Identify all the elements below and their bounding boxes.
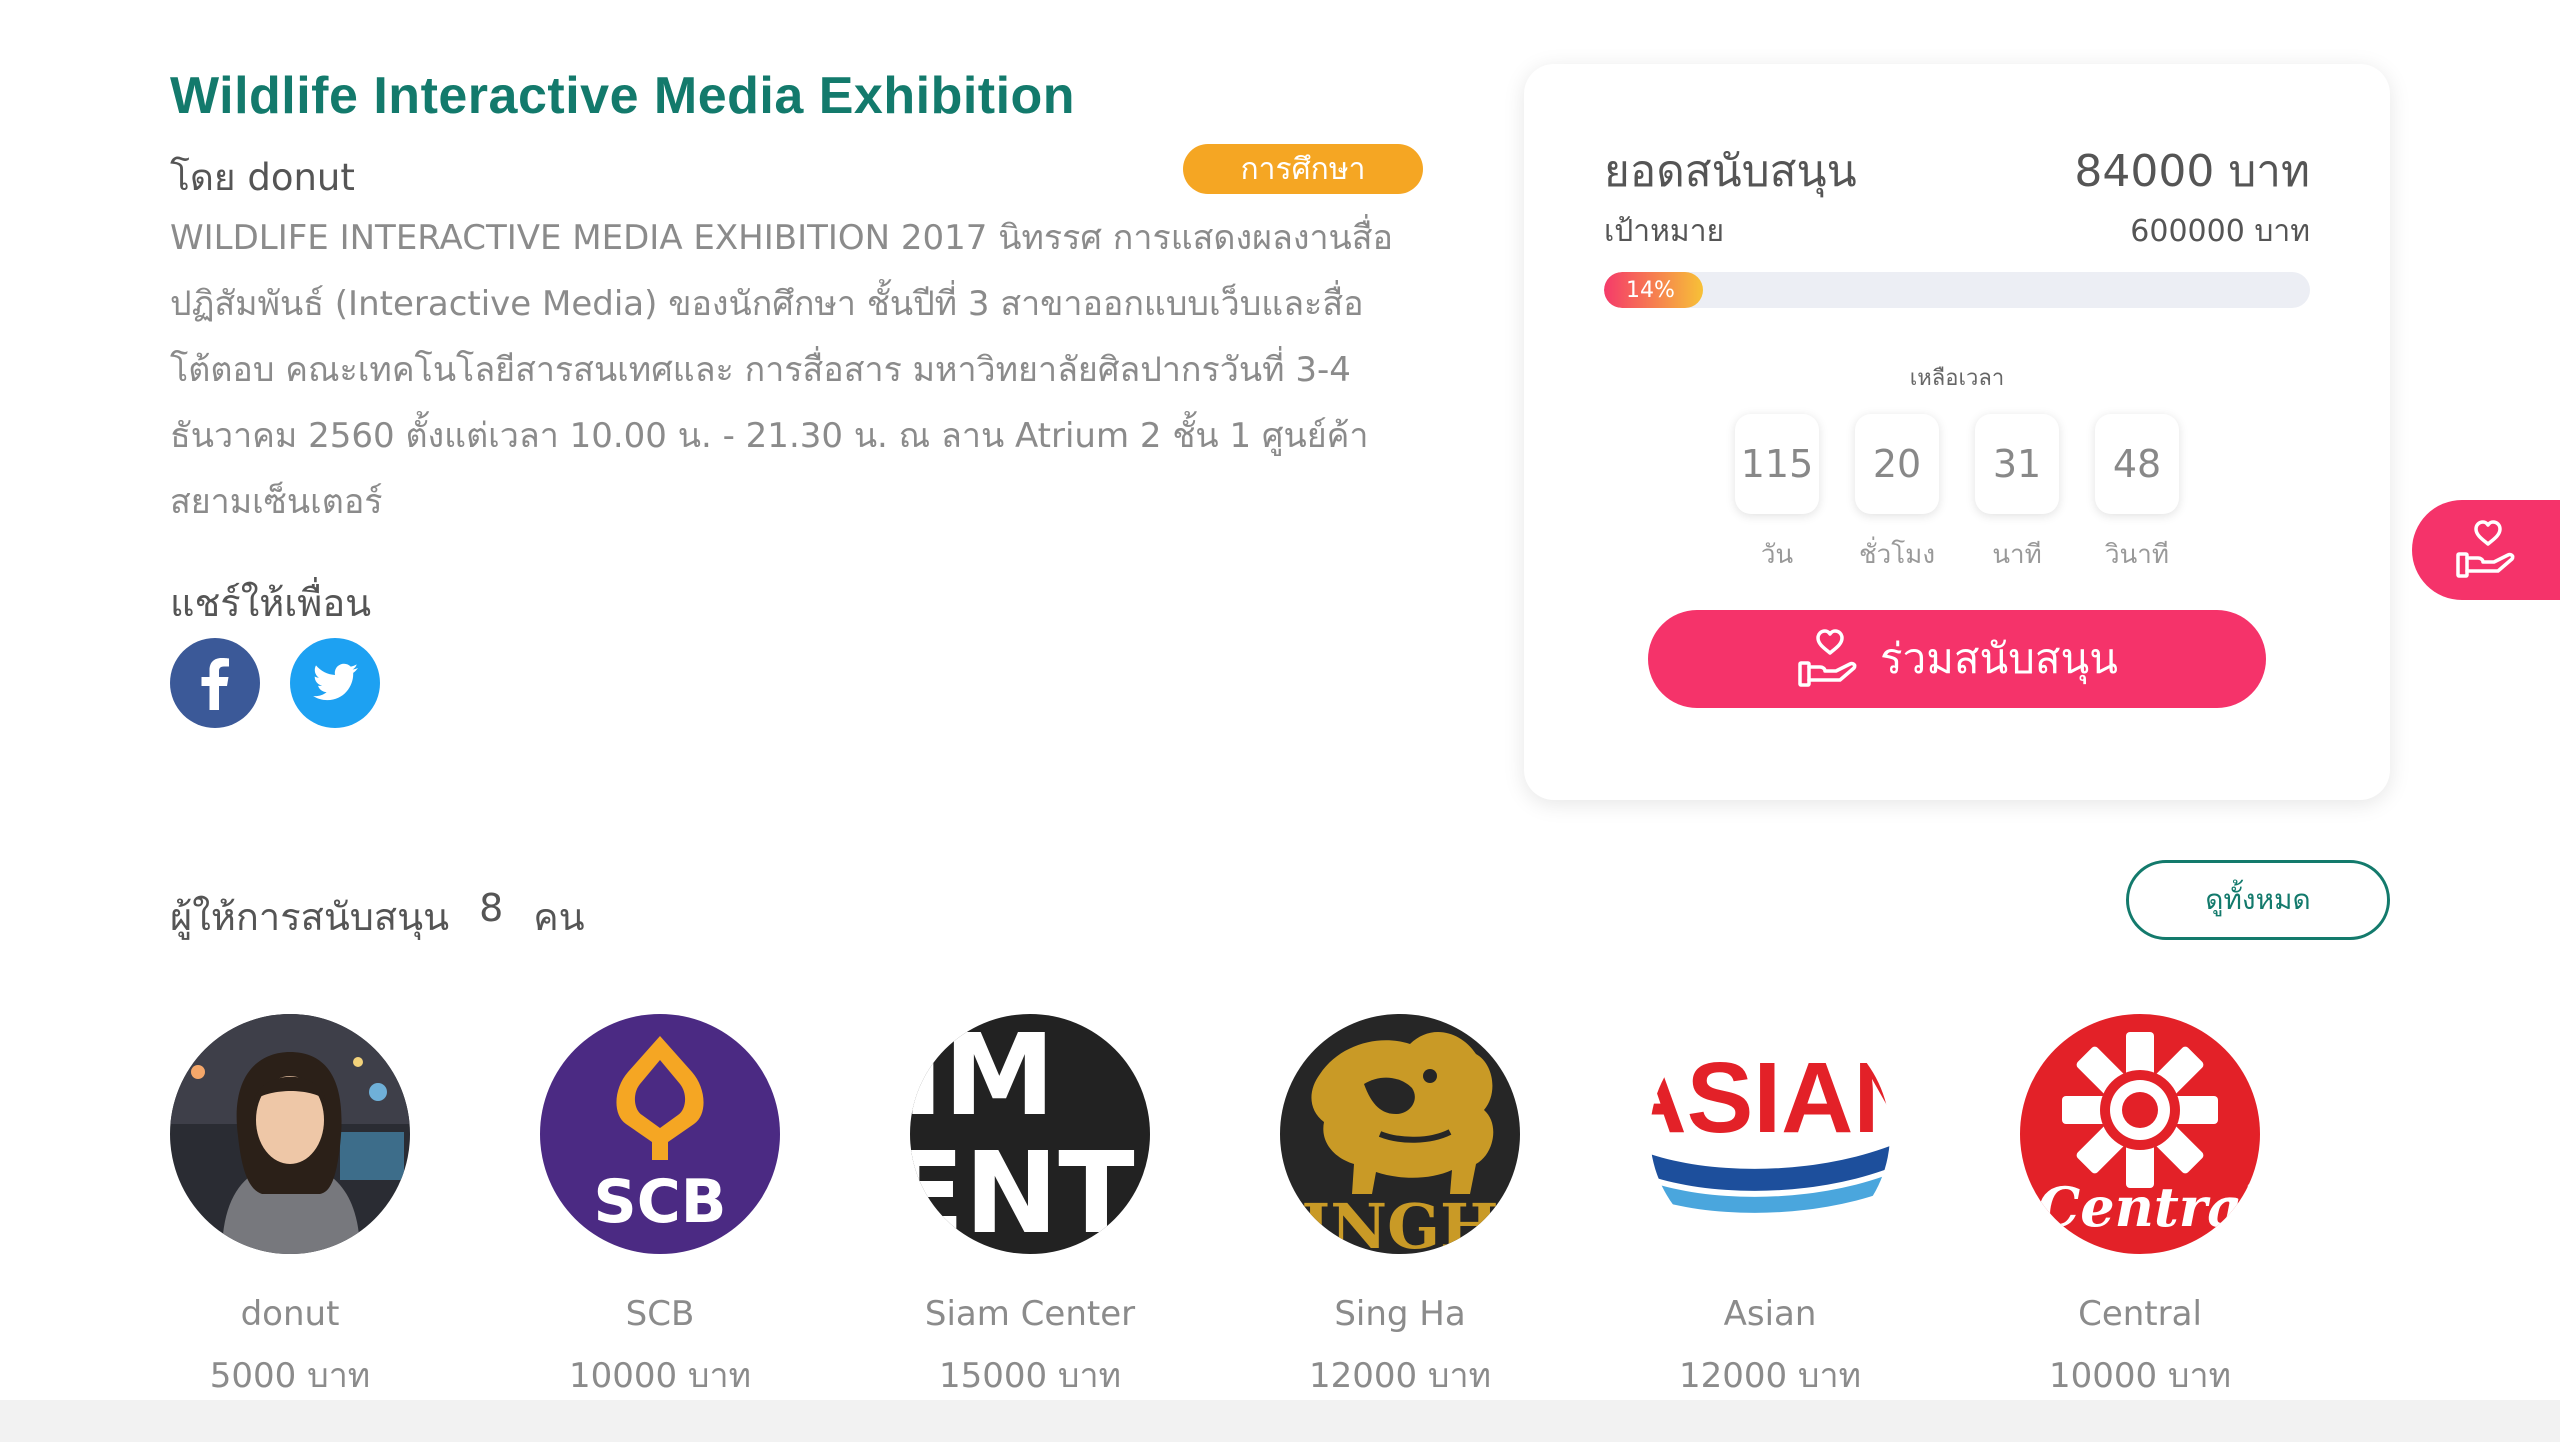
supporters-count-unit: คน	[533, 895, 585, 939]
supporter-amount: 5000 บาท	[209, 1356, 371, 1396]
countdown-hours-value: 20	[1855, 414, 1939, 514]
support-button-label: ร่วมสนับสนุน	[1880, 635, 2118, 682]
asian-logo[interactable]: ASIAN	[1650, 1014, 1890, 1254]
siam-center-logo-text-1: IM	[910, 1014, 1055, 1141]
supporter-amount: 12000 บาท	[1678, 1356, 1862, 1396]
avatar[interactable]	[170, 1014, 410, 1254]
support-button[interactable]: ร่วมสนับสนุน	[1648, 610, 2266, 708]
category-badge[interactable]: การศึกษา	[1183, 144, 1423, 194]
heart-hand-icon	[1798, 629, 1857, 687]
funding-card: ยอดสนับสนุน 84000 บาท เป้าหมาย 600000 บา…	[1524, 64, 2390, 800]
supporter-amount: 12000 บาท	[1308, 1356, 1492, 1396]
singha-logo-text: INGH	[1301, 1190, 1498, 1254]
supporter-central[interactable]: Central Central 10000 บาท	[2020, 1014, 2260, 1402]
countdown-seconds: 48 วินาที	[2095, 414, 2179, 575]
asian-logo-text: ASIAN	[1650, 1042, 1890, 1154]
supporter-name: donut	[240, 1294, 340, 1334]
supporter-amount: 15000 บาท	[938, 1356, 1122, 1396]
supporter-scb[interactable]: SCB SCB 10000 บาท	[540, 1014, 780, 1402]
countdown-seconds-value: 48	[2095, 414, 2179, 514]
supporter-name: Sing Ha	[1334, 1294, 1466, 1334]
raised-label: ยอดสนับสนุน	[1604, 146, 1857, 197]
supporters-label: ผู้ให้การสนับสนุน	[170, 895, 450, 939]
project-description: WILDLIFE INTERACTIVE MEDIA EXHIBITION 20…	[170, 218, 1393, 522]
progress-fill: 14%	[1604, 272, 1703, 308]
countdown-hours-label: ชั่วโมง	[1858, 540, 1936, 570]
countdown-timer: 115 วัน 20 ชั่วโมง 31 นาที 48 วินาที	[1524, 414, 2390, 575]
floating-support-tab[interactable]	[2412, 500, 2560, 600]
supporters-header: ผู้ให้การสนับสนุน 8 คน	[170, 886, 585, 947]
singha-logo[interactable]: INGH	[1280, 1014, 1520, 1254]
facebook-icon	[201, 658, 229, 710]
supporter-amount: 10000 บาท	[568, 1356, 752, 1396]
project-title: Wildlife Interactive Media Exhibition	[170, 67, 1076, 125]
siam-center-logo[interactable]: IM ENT	[910, 1014, 1150, 1254]
supporter-siam-center[interactable]: IM ENT Siam Center 15000 บาท	[910, 1014, 1150, 1402]
funding-progress-bar: 14%	[1604, 272, 2310, 308]
supporter-asian[interactable]: ASIAN Asian 12000 บาท	[1650, 1014, 1890, 1402]
central-logo-text: Central	[2037, 1175, 2260, 1239]
siam-center-logo-text-2: ENT	[910, 1129, 1135, 1254]
scb-logo[interactable]: SCB	[540, 1014, 780, 1254]
heart-hand-icon	[2456, 520, 2515, 578]
central-logo[interactable]: Central	[2020, 1014, 2260, 1254]
countdown-days-value: 115	[1735, 414, 1819, 514]
countdown-seconds-label: วินาที	[2104, 540, 2170, 570]
time-remaining-label: เหลือเวลา	[1909, 366, 2005, 391]
supporter-name: Central	[2078, 1294, 2202, 1334]
supporter-name: SCB	[625, 1294, 695, 1334]
footer-band	[0, 1400, 2560, 1442]
countdown-days-label: วัน	[1760, 540, 1794, 570]
supporter-name: Asian	[1723, 1294, 1817, 1334]
scb-logo-text: SCB	[594, 1167, 727, 1237]
countdown-days: 115 วัน	[1735, 414, 1819, 575]
countdown-minutes-value: 31	[1975, 414, 2059, 514]
countdown-minutes: 31 นาที	[1975, 414, 2059, 575]
raised-amount: 84000 บาท	[2074, 146, 2310, 197]
share-title: แชร์ให้เพื่อน	[170, 581, 372, 625]
facebook-share-button[interactable]	[170, 638, 260, 728]
supporter-donut[interactable]: donut 5000 บาท	[170, 1014, 410, 1402]
goal-amount: 600000 บาท	[2130, 214, 2310, 249]
view-all-button[interactable]: ดูทั้งหมด	[2126, 860, 2390, 940]
countdown-minutes-label: นาที	[1992, 540, 2042, 570]
supporter-sing-ha[interactable]: INGH Sing Ha 12000 บาท	[1280, 1014, 1520, 1402]
supporter-name: Siam Center	[924, 1294, 1136, 1334]
goal-label: เป้าหมาย	[1604, 214, 1725, 249]
supporters-count: 8	[479, 886, 504, 930]
countdown-hours: 20 ชั่วโมง	[1855, 414, 1939, 575]
project-author: โดย donut	[170, 156, 355, 199]
twitter-icon	[313, 663, 358, 701]
twitter-share-button[interactable]	[290, 638, 380, 728]
supporter-amount: 10000 บาท	[2048, 1356, 2232, 1396]
